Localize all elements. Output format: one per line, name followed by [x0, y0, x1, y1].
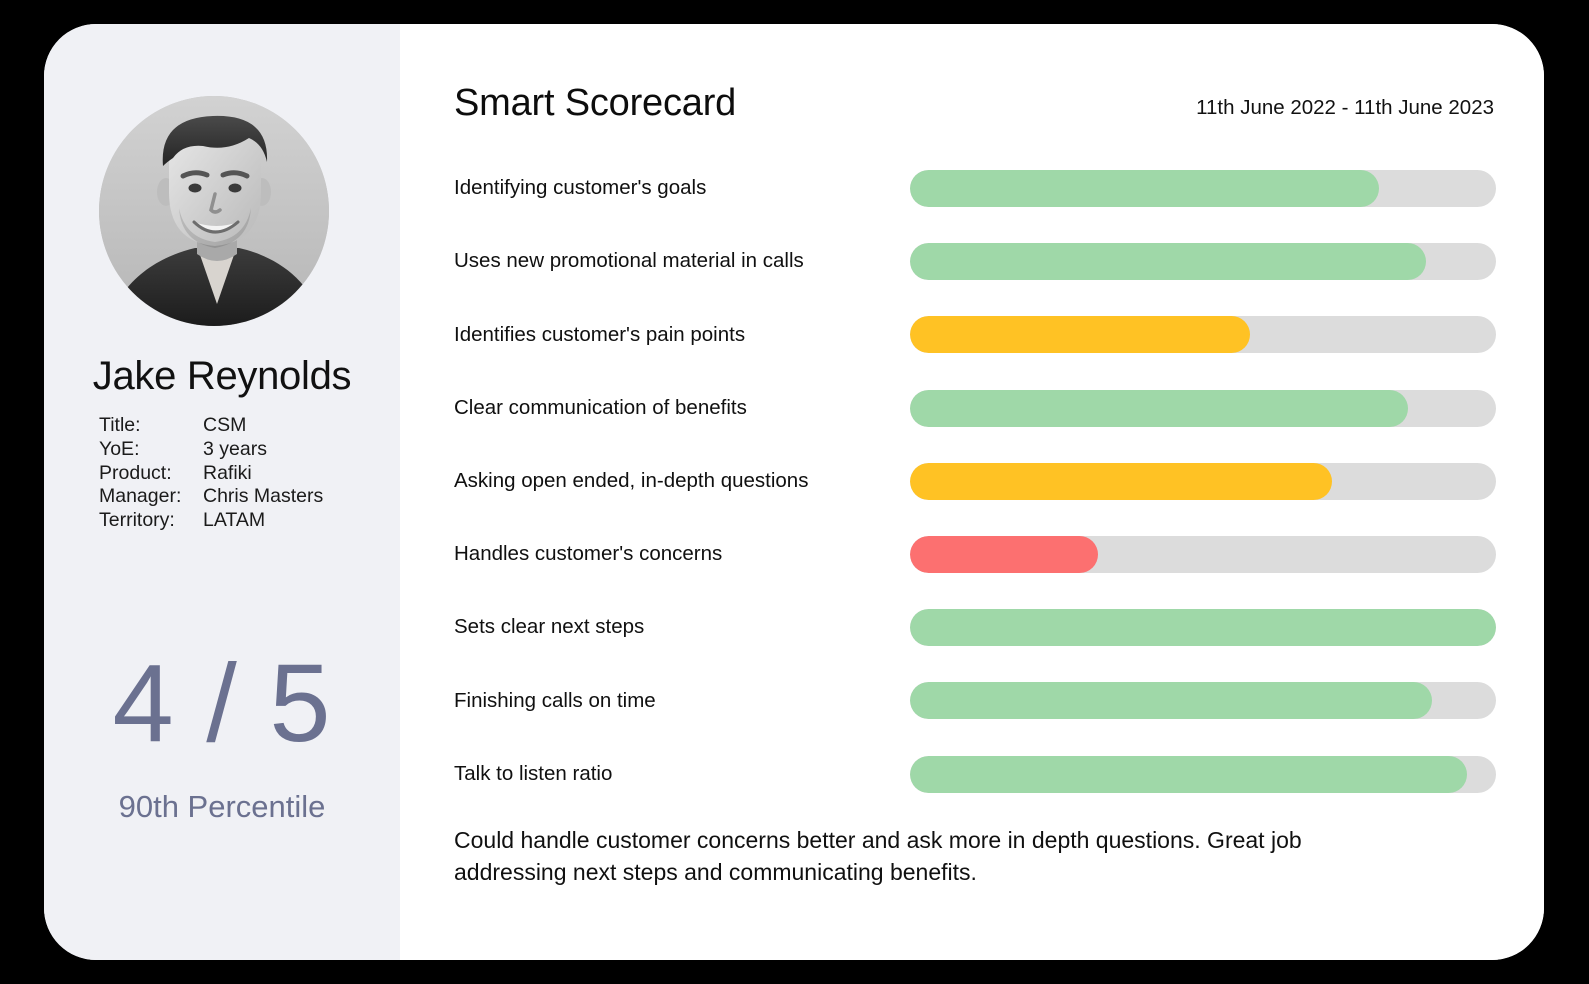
date-range-label: 11th June 2022 - 11th June 2023 [1196, 96, 1494, 119]
summary-text: Could handle customer concerns better an… [454, 827, 1302, 885]
metric-progress-track [910, 609, 1496, 647]
detail-value-title: CSM [203, 414, 247, 436]
metric-progress-fill [910, 609, 1496, 647]
metric-label: Identifies customer's pain points [454, 322, 746, 346]
metric-progress-track [910, 462, 1496, 500]
metric-row: Clear communication of benefits [454, 372, 1496, 445]
metric-label: Sets clear next steps [454, 615, 645, 639]
metric-row: Asking open ended, in-depth questions [454, 445, 1496, 518]
metric-label: Identifying customer's goals [454, 176, 707, 200]
metric-progress-track [910, 536, 1496, 574]
percentile-label: 90th Percentile [118, 789, 326, 824]
detail-label-manager: Manager: [99, 485, 182, 508]
metric-progress-track [910, 243, 1496, 281]
metric-progress-fill [910, 389, 1409, 427]
detail-label-territory: Territory: [99, 509, 175, 532]
metric-row: Finishing calls on time [454, 664, 1496, 737]
metric-row: Identifying customer's goals [454, 152, 1496, 225]
metric-progress-fill [910, 316, 1250, 354]
metric-list: Identifying customer's goals Uses new pro… [454, 152, 1496, 811]
metric-progress-track [910, 170, 1496, 208]
detail-row-manager: Manager: Chris Masters [99, 485, 323, 509]
detail-label-product: Product: [99, 461, 172, 484]
metric-row: Handles customer's concerns [454, 518, 1496, 591]
metric-label: Asking open ended, in-depth questions [454, 469, 809, 493]
overall-score: 4 / 5 [112, 642, 332, 765]
metric-progress-fill [910, 462, 1332, 500]
metric-progress-fill [910, 243, 1426, 281]
metric-row: Sets clear next steps [454, 591, 1496, 664]
metric-label: Handles customer's concerns [454, 542, 723, 566]
detail-value-territory: LATAM [203, 509, 266, 532]
scorecard-main: Smart Scorecard 11th June 2022 - 11th Ju… [400, 24, 1544, 960]
detail-value-product: Rafiki [203, 461, 252, 484]
detail-row-product: Product: Rafiki [99, 462, 323, 486]
metric-row: Identifies customer's pain points [454, 298, 1496, 371]
detail-row-territory: Territory: LATAM [99, 509, 323, 533]
avatar-photo-icon [99, 96, 329, 326]
detail-value-manager: Chris Masters [203, 485, 324, 508]
scorecard-card: Jake Reynolds Title: CSM YoE: 3 years Pr… [44, 24, 1544, 960]
profile-sidebar: Jake Reynolds Title: CSM YoE: 3 years Pr… [44, 24, 400, 960]
metric-progress-track [910, 389, 1496, 427]
metric-progress-track [910, 755, 1496, 793]
detail-row-yoe: YoE: 3 years [99, 438, 323, 462]
metric-label: Finishing calls on time [454, 688, 656, 712]
page-title: Jake Reynolds [92, 354, 352, 398]
detail-row-title: Title: CSM [99, 414, 323, 438]
detail-label-title: Title: [99, 414, 141, 436]
metric-progress-fill [910, 536, 1098, 574]
metric-label: Talk to listen ratio [454, 761, 613, 785]
metric-progress-fill [910, 755, 1467, 793]
detail-label-yoe: YoE: [99, 437, 140, 460]
metric-row: Uses new promotional material in calls [454, 225, 1496, 298]
scorecard-title: Smart Scorecard [454, 82, 737, 124]
metric-label: Uses new promotional material in calls [454, 249, 804, 273]
detail-value-yoe: 3 years [203, 437, 267, 460]
metric-progress-track [910, 316, 1496, 354]
metric-progress-fill [910, 682, 1432, 720]
metric-label: Clear communication of benefits [454, 395, 747, 419]
metric-progress-fill [910, 170, 1379, 208]
metric-progress-track [910, 682, 1496, 720]
avatar [99, 96, 329, 326]
profile-details: Title: CSM YoE: 3 years Product: Rafiki … [99, 414, 379, 533]
metric-row: Talk to listen ratio [454, 738, 1496, 811]
